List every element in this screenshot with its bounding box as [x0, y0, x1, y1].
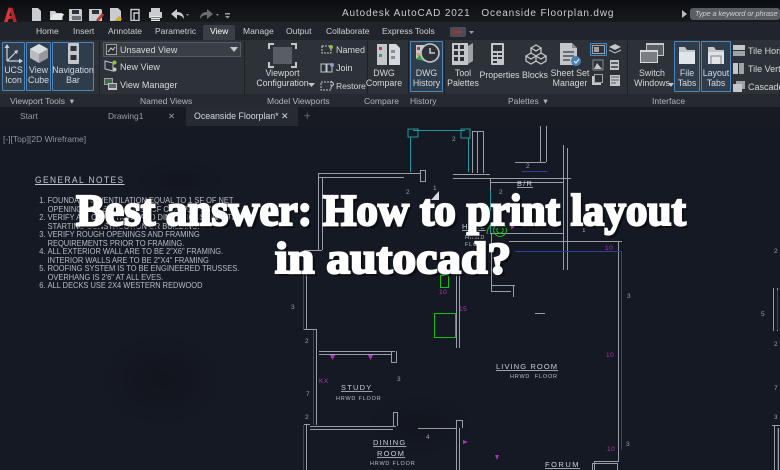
svg-text:3: 3 [397, 376, 401, 383]
svg-text:3: 3 [626, 441, 630, 448]
svg-text:3: 3 [627, 293, 631, 300]
svg-text:2: 2 [452, 136, 456, 143]
svg-text:15: 15 [459, 306, 467, 313]
svg-text:HRWD FLOOR: HRWD FLOOR [336, 396, 381, 402]
svg-text:3: 3 [291, 304, 295, 311]
svg-text:10: 10 [606, 352, 614, 359]
svg-text:LIVING ROOM: LIVING ROOM [496, 362, 558, 371]
svg-text:2: 2 [305, 338, 309, 345]
svg-text:10: 10 [607, 446, 615, 453]
svg-text:2: 2 [526, 163, 530, 170]
svg-text:ROOM: ROOM [377, 449, 405, 458]
svg-text:7: 7 [306, 391, 310, 398]
svg-text:10: 10 [439, 289, 447, 296]
svg-text:HRWD FLOOR: HRWD FLOOR [370, 461, 415, 467]
svg-text:3: 3 [774, 414, 778, 421]
svg-text:4: 4 [426, 434, 430, 441]
svg-text:2: 2 [774, 341, 778, 348]
svg-text:DINING: DINING [373, 438, 406, 447]
svg-text:7: 7 [774, 385, 778, 392]
svg-text:STUDY: STUDY [341, 383, 372, 392]
svg-text:FORUM: FORUM [545, 460, 580, 469]
svg-text:2: 2 [305, 414, 309, 421]
svg-text:5: 5 [761, 311, 765, 318]
svg-text:HRWD FLOOR: HRWD FLOOR [510, 374, 558, 380]
svg-text:KX: KX [319, 378, 329, 385]
